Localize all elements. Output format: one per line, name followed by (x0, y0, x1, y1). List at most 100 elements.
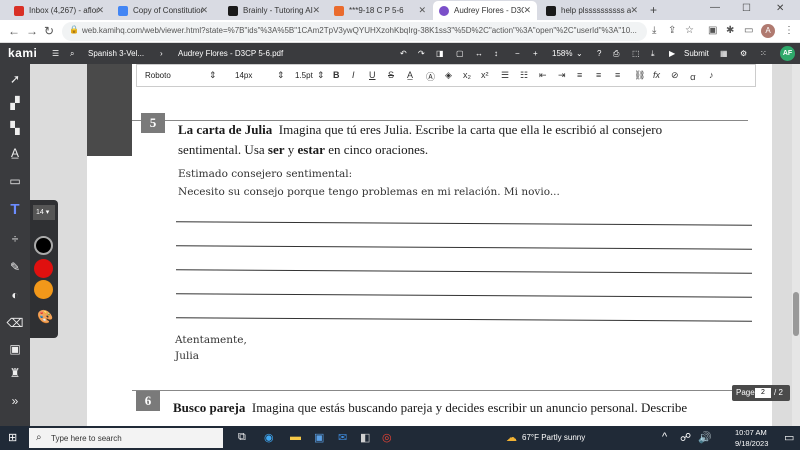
scrollbar-thumb[interactable] (793, 292, 799, 336)
bookmark-star-icon[interactable]: ☆ (685, 25, 694, 36)
edge-icon[interactable]: ◉ (264, 431, 274, 444)
highlight-icon[interactable]: ▚ (6, 119, 24, 137)
download-icon[interactable]: ⤓ (652, 25, 656, 36)
grid-icon[interactable]: ▦ (720, 49, 728, 58)
breadcrumb-class[interactable]: Spanish 3-Vel... (88, 49, 144, 58)
align-left-icon[interactable]: ≡ (577, 70, 582, 80)
extension-icon[interactable]: ▣ (708, 25, 717, 36)
notifications-icon[interactable]: ▭ (784, 431, 794, 444)
zoom-in-icon[interactable]: + (533, 49, 538, 58)
url-field[interactable]: 🔒 web.kamihq.com/web/viewer.html?state=%… (62, 22, 647, 41)
share-icon[interactable]: ⇪ (668, 25, 676, 36)
numbered-list-icon[interactable]: ☷ (520, 70, 528, 81)
view-icon[interactable]: ◨ (436, 49, 444, 58)
font-size-select[interactable]: 14px (235, 71, 252, 80)
equation-icon[interactable]: ÷ (6, 230, 24, 248)
store-icon[interactable]: ▣ (314, 431, 324, 444)
kami-logo[interactable]: kami (8, 46, 37, 60)
chat-icon[interactable]: ▢ (456, 49, 464, 58)
letter-salutation[interactable]: Estimado consejero sentimental: (178, 168, 352, 180)
palette-font-size-select[interactable]: 14 ▾ (33, 205, 55, 220)
mail-icon[interactable]: ✉ (338, 431, 347, 444)
eraser-icon[interactable]: ⌫ (6, 314, 24, 332)
tab-assignment[interactable]: ***9-18 C P 5-6 ✕ (328, 1, 432, 20)
show-hidden-icons-chevron[interactable]: ^ (662, 431, 667, 443)
letter-closing[interactable]: Atentamente, (175, 334, 247, 346)
redo-icon[interactable]: ↷ (418, 49, 425, 58)
windows-start-icon[interactable]: ⊞ (8, 431, 17, 444)
tab-docs[interactable]: Copy of Constitution: S ✕ (112, 1, 214, 20)
tab-gmail[interactable]: Inbox (4,267) - aflores@ ✕ (8, 1, 110, 20)
zoom-out-icon[interactable]: − (515, 49, 520, 58)
signature-icon[interactable]: ♜ (6, 364, 24, 382)
image-icon[interactable]: ▣ (6, 340, 24, 358)
link-icon[interactable]: ⛓ (634, 70, 645, 81)
tab-brainly-question[interactable]: help plssssssssss as ✕ (540, 1, 644, 20)
highlighter-icon[interactable]: ▞ (6, 94, 24, 112)
page-number-input[interactable]: 2 (755, 388, 771, 398)
underline-icon[interactable]: U (369, 70, 376, 80)
line-height-select[interactable]: 1.5pt (295, 71, 313, 80)
taskbar-search-field[interactable]: ⌕ Type here to search (29, 428, 223, 448)
bold-icon[interactable]: B (333, 70, 340, 80)
close-icon[interactable]: ✕ (630, 5, 638, 16)
clear-format-icon[interactable]: ⊘ (671, 70, 679, 81)
tab-kami-active[interactable]: Audrey Flores - D3CP ✕ (433, 1, 537, 20)
formula-icon[interactable]: fx (653, 70, 660, 80)
help-icon[interactable]: ? (597, 49, 601, 58)
text-color-icon[interactable]: A̲ (407, 70, 413, 80)
close-icon[interactable]: ✕ (418, 5, 426, 16)
back-icon[interactable]: ← (8, 24, 20, 38)
settings-icon[interactable]: ⚙ (740, 49, 747, 58)
apps-icon[interactable]: ⁙ (760, 49, 767, 58)
vertical-scrollbar[interactable] (792, 64, 800, 426)
shapes-icon[interactable]: ◐ (6, 286, 24, 304)
user-avatar[interactable]: AF (780, 46, 795, 61)
align-right-icon[interactable]: ≡ (615, 70, 620, 80)
browser-menu-icon[interactable]: ⋮ (784, 25, 794, 36)
italic-icon[interactable]: I (352, 70, 355, 80)
download-icon[interactable]: ⤓ (651, 49, 655, 59)
close-icon[interactable]: ✕ (523, 5, 531, 16)
file-explorer-icon[interactable]: ▬ (290, 431, 301, 443)
fit-height-icon[interactable]: ↕ (494, 49, 498, 58)
chrome-icon[interactable]: ◎ (382, 431, 392, 444)
clock-date[interactable]: 9/18/2023 (735, 439, 768, 448)
microphone-icon[interactable]: ♪ (709, 70, 714, 80)
save-icon[interactable]: ⬚ (632, 49, 640, 58)
new-tab-button[interactable]: + (650, 3, 657, 17)
chevron-down-icon[interactable]: ⌄ (576, 49, 583, 58)
text-tool-icon[interactable]: T (6, 201, 24, 219)
maximize-icon[interactable]: ☐ (742, 3, 751, 14)
search-icon[interactable]: ⌕ (70, 49, 74, 59)
expand-icon[interactable]: » (6, 392, 24, 410)
superscript-icon[interactable]: x² (481, 70, 489, 80)
indent-icon[interactable]: ⇥ (558, 70, 566, 81)
align-center-icon[interactable]: ≡ (596, 70, 601, 80)
teams-icon[interactable]: ◧ (360, 431, 370, 444)
pen-icon[interactable]: ✎ (6, 258, 24, 276)
clock-time[interactable]: 10:07 AM (735, 428, 767, 437)
letter-signature[interactable]: Julia (175, 350, 199, 362)
font-family-select[interactable]: Roboto (145, 71, 171, 80)
window-close-icon[interactable]: ✕ (776, 3, 784, 14)
extensions-puzzle-icon[interactable]: ✱ (726, 25, 734, 36)
underline-a-icon[interactable]: A̲ (6, 144, 24, 162)
highlight-color-icon[interactable]: Ⓐ (426, 70, 435, 83)
bullet-list-icon[interactable]: ☰ (501, 70, 509, 81)
close-icon[interactable]: ✕ (200, 5, 208, 16)
weather-text[interactable]: 67°F Partly sunny (522, 433, 585, 442)
comment-icon[interactable]: ▭ (6, 172, 24, 190)
volume-icon[interactable]: 🔊 (698, 431, 712, 444)
forward-icon[interactable]: → (26, 24, 38, 38)
color-swatch-black[interactable] (34, 236, 53, 255)
close-icon[interactable]: ✕ (312, 5, 320, 16)
letter-body-start[interactable]: Necesito su consejo porque tengo problem… (178, 186, 560, 198)
close-icon[interactable]: ✕ (96, 5, 104, 16)
undo-icon[interactable]: ↶ (400, 49, 407, 58)
profile-avatar[interactable]: A (761, 24, 775, 38)
network-icon[interactable]: ☍ (680, 431, 691, 444)
task-view-icon[interactable]: ⧉ (238, 431, 246, 444)
palette-color-picker-icon[interactable]: 🎨 (37, 309, 53, 325)
print-icon[interactable]: ⎙ (613, 49, 619, 59)
